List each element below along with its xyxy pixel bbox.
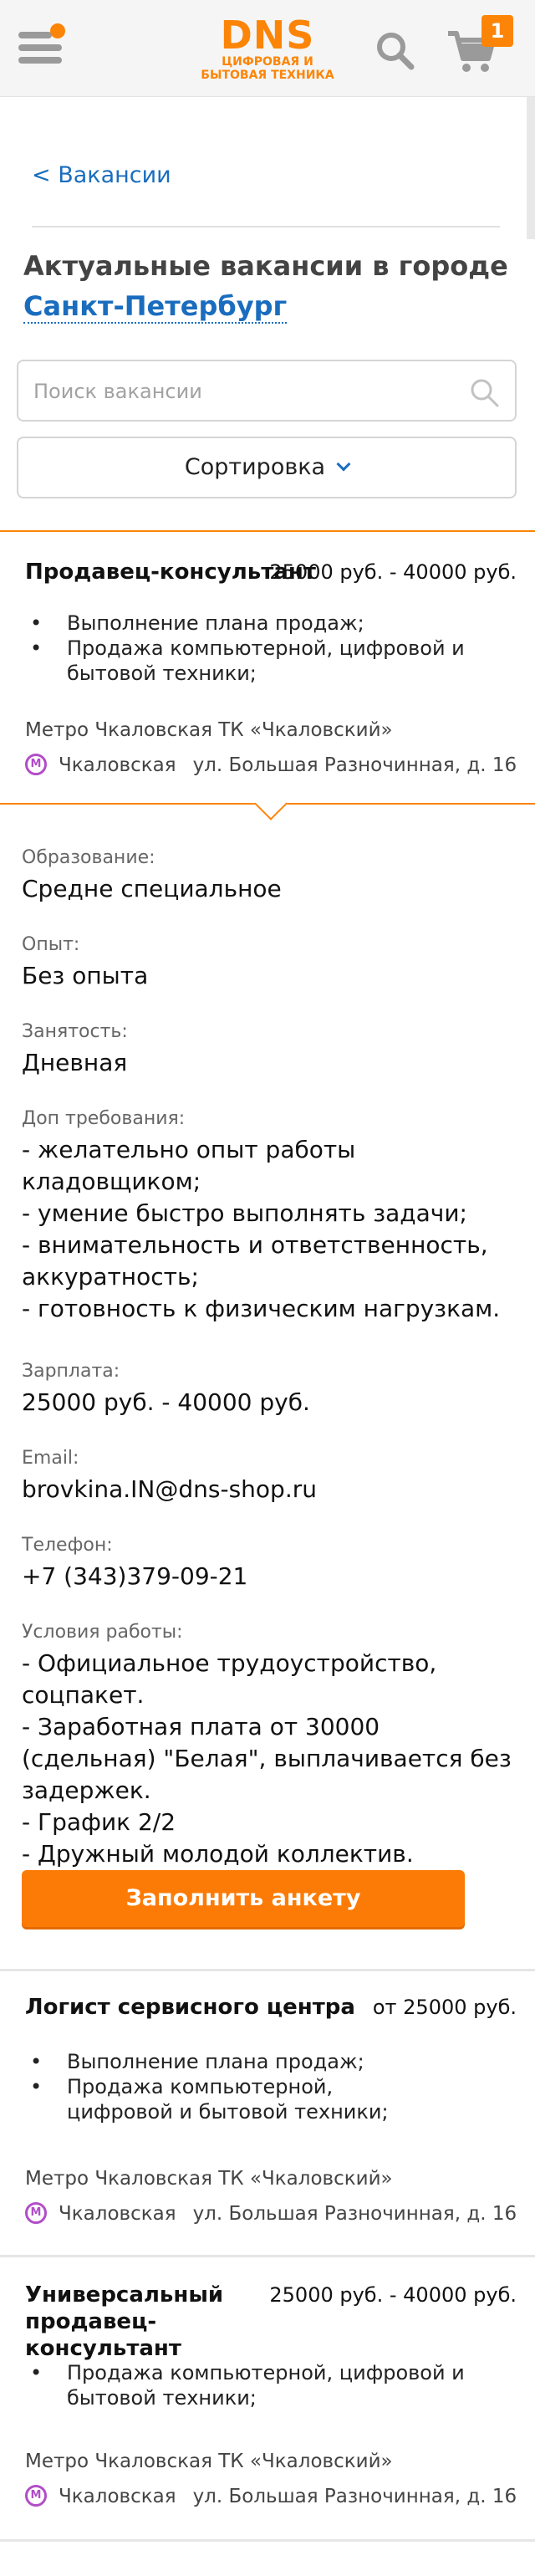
metro-station: Чкаловская (59, 754, 176, 776)
vacancy-search-input[interactable] (33, 376, 451, 406)
divider (32, 226, 500, 227)
dns-logo[interactable]: DNS ЦИФРОВАЯ И БЫТОВАЯ ТЕХНИКА (192, 15, 343, 89)
menu-icon[interactable] (18, 23, 65, 67)
chevron-down-icon (336, 457, 351, 472)
logo-sub: ЦИФРОВАЯ И БЫТОВАЯ ТЕХНИКА (201, 55, 334, 82)
page-title-prefix: Актуальные вакансии в городе (23, 250, 508, 282)
employment-label: Занятость: (22, 1021, 128, 1042)
sort-button[interactable]: Сортировка (17, 437, 517, 498)
education-label: Образование: (22, 847, 155, 868)
page-title: Актуальные вакансии в городе Санкт-Петер… (23, 246, 517, 326)
conditions-label: Условия работы: (22, 1622, 183, 1643)
phone-label: Телефон: (22, 1535, 113, 1556)
vacancy-address: Чкаловская ул. Большая Разночинная, д. 16 (25, 749, 517, 778)
street-address: ул. Большая Разночинная, д. 16 (192, 2486, 517, 2507)
list-item: Продажа компьютерной, цифровой и бытовой… (25, 2360, 518, 2410)
metro-icon (25, 2202, 47, 2224)
vacancy-duties: Продажа компьютерной, цифровой и бытовой… (25, 2360, 518, 2410)
salary-value: 25000 руб. - 40000 руб. (22, 1388, 310, 1416)
vacancy-address: Чкаловская ул. Большая Разночинная, д. 16 (25, 2198, 517, 2226)
vacancy-salary: от 25000 руб. (372, 1996, 517, 2019)
metro-station: Чкаловская (59, 2203, 176, 2225)
list-item: Продажа компьютерной, цифровой и бытовой… (25, 636, 518, 686)
list-item: Выполнение плана продаж; (25, 2049, 426, 2074)
expand-pointer (254, 787, 288, 820)
requirements-value: - желательно опыт работы кладовщиком; - … (22, 1136, 501, 1322)
notification-dot (50, 23, 65, 38)
metro-station: Чкаловская (59, 2486, 176, 2507)
search-icon[interactable] (374, 30, 415, 70)
divider (0, 2539, 535, 2542)
breadcrumb-vacancies[interactable]: < Вакансии (32, 162, 171, 188)
conditions-value: - Официальное трудоустройство, соцпакет.… (22, 1649, 512, 1868)
vacancy-duties: Выполнение плана продаж; Продажа компьют… (25, 2049, 426, 2124)
vacancy-metro: Метро Чкаловская ТК «Чкаловский» (25, 2168, 393, 2190)
divider (0, 2255, 535, 2257)
vacancy-salary: 25000 руб. - 40000 руб. (269, 560, 517, 584)
scrollbar[interactable] (527, 97, 535, 239)
site-header: DNS ЦИФРОВАЯ И БЫТОВАЯ ТЕХНИКА 1 (0, 0, 535, 97)
phone-value[interactable]: +7 (343)379-09-21 (22, 1561, 515, 1592)
vacancy-duties: Выполнение плана продаж; Продажа компьют… (25, 611, 518, 686)
requirements-label: Доп требования: (22, 1108, 186, 1129)
cart-count-badge: 1 (482, 15, 513, 47)
logo-main: DNS (220, 13, 315, 58)
vacancy-search-box (17, 360, 517, 422)
vacancy-salary: 25000 руб. - 40000 руб. (269, 2283, 517, 2307)
metro-icon (25, 2485, 47, 2507)
vacancy-metro: Метро Чкаловская ТК «Чкаловский» (25, 719, 393, 741)
street-address: ул. Большая Разночинная, д. 16 (192, 754, 517, 776)
vacancy-title[interactable]: Универсальный продавец-консультант (25, 2282, 276, 2362)
experience-value: Без опыта (22, 962, 149, 989)
metro-icon (25, 754, 47, 775)
employment-value: Дневная (22, 1049, 128, 1076)
experience-label: Опыт: (22, 934, 80, 955)
list-item: Выполнение плана продаж; (25, 611, 518, 636)
vacancy-address: Чкаловская ул. Большая Разночинная, д. 16 (25, 2481, 517, 2509)
vacancy-metro: Метро Чкаловская ТК «Чкаловский» (25, 2451, 393, 2472)
search-field-icon[interactable] (468, 376, 500, 408)
vacancy-title[interactable]: Логист сервисного центра (25, 1994, 355, 2021)
fill-application-button[interactable]: Заполнить анкету (22, 1870, 465, 1927)
divider (0, 530, 535, 532)
divider (0, 1969, 535, 1971)
email-label: Email: (22, 1448, 79, 1469)
city-selector-link[interactable]: Санкт-Петербург (23, 290, 288, 324)
education-value: Средне специальное (22, 875, 282, 902)
list-item: Продажа компьютерной, цифровой и бытовой… (25, 2074, 426, 2124)
salary-label: Зарплата: (22, 1361, 120, 1382)
email-value[interactable]: brovkina.IN@dns-shop.ru (22, 1474, 515, 1505)
street-address: ул. Большая Разночинная, д. 16 (192, 2203, 517, 2225)
sort-label: Сортировка (184, 454, 326, 480)
